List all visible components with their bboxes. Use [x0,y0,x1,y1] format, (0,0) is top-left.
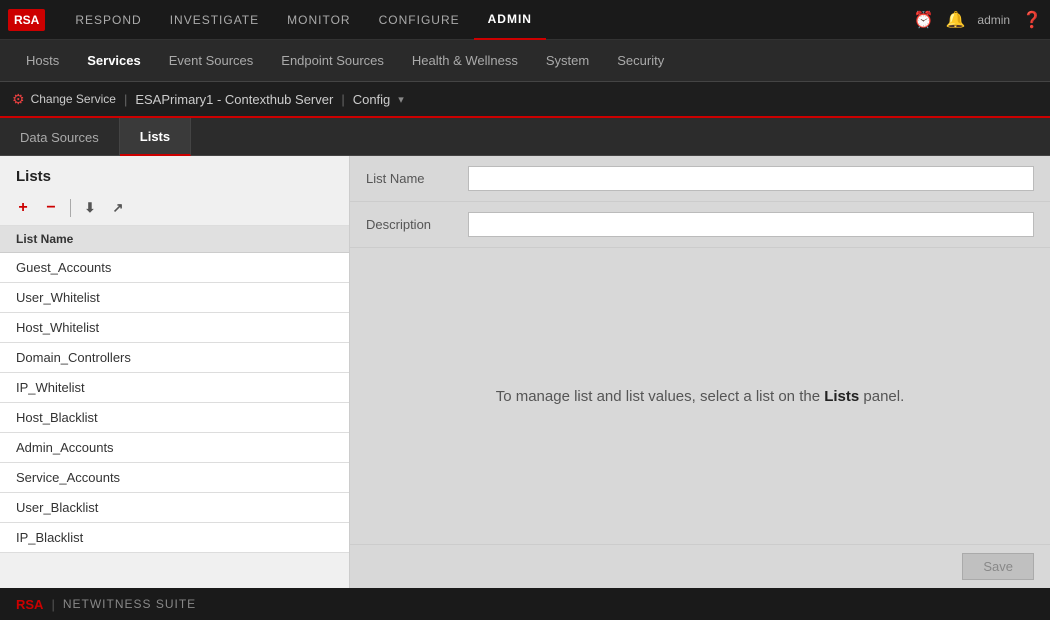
config-label[interactable]: Config [353,92,391,107]
nav-respond[interactable]: RESPOND [61,0,155,40]
list-item[interactable]: Host_Whitelist [0,313,349,343]
list-item[interactable]: IP_Whitelist [0,373,349,403]
tab-lists[interactable]: Lists [120,118,191,156]
right-footer: Save [350,544,1050,588]
bottom-product-name: NETWITNESS SUITE [63,597,196,611]
list-item[interactable]: User_Whitelist [0,283,349,313]
user-menu[interactable]: admin [977,13,1010,27]
rsa-logo: RSA [8,9,45,31]
list-item[interactable]: Service_Accounts [0,463,349,493]
sub-tabs: Data Sources Lists [0,118,1050,156]
tab-data-sources[interactable]: Data Sources [0,118,120,156]
nav-configure[interactable]: CONFIGURE [365,0,474,40]
list-name-input[interactable] [468,166,1034,191]
nav-monitor[interactable]: MONITOR [273,0,364,40]
list-name-row: List Name [350,156,1050,202]
list-name-label: List Name [366,171,456,186]
main-content: Lists + − ⬇ ↗ List Name Guest_Accounts U… [0,156,1050,588]
nav-health-wellness[interactable]: Health & Wellness [398,40,532,82]
help-icon[interactable]: ❓ [1022,10,1042,30]
nav-admin[interactable]: ADMIN [474,0,546,40]
list-item[interactable]: User_Blacklist [0,493,349,523]
nav-endpoint-sources[interactable]: Endpoint Sources [267,40,398,82]
bottom-bar: RSA | NETWITNESS SUITE [0,588,1050,620]
panel-title: Lists [0,156,349,191]
config-dropdown-icon[interactable]: ▾ [398,93,404,106]
save-button[interactable]: Save [962,553,1034,580]
description-row: Description [350,202,1050,248]
detail-panel: List Name Description To manage list and… [350,156,1050,588]
bell-icon[interactable]: 🔔 [945,10,965,30]
toolbar-separator [70,199,71,217]
breadcrumb: ⚙ Change Service | ESAPrimary1 - Context… [0,82,1050,118]
list-items-container: Guest_Accounts User_Whitelist Host_White… [0,253,349,588]
description-input[interactable] [468,212,1034,237]
nav-items: RESPOND INVESTIGATE MONITOR CONFIGURE AD… [61,0,913,40]
list-item[interactable]: Guest_Accounts [0,253,349,283]
nav-event-sources[interactable]: Event Sources [155,40,268,82]
clock-icon[interactable]: ⏰ [914,10,934,30]
nav-security[interactable]: Security [603,40,678,82]
list-item[interactable]: Domain_Controllers [0,343,349,373]
bottom-logo: RSA [16,597,43,612]
select-list-message: To manage list and list values, select a… [350,248,1050,544]
lists-toolbar: + − ⬇ ↗ [0,191,349,226]
list-item[interactable]: IP_Blacklist [0,523,349,553]
breadcrumb-change-service[interactable]: ⚙ Change Service [12,91,116,108]
breadcrumb-sep-1: | [124,92,127,107]
export-button[interactable]: ↗ [107,197,129,219]
list-item[interactable]: Host_Blacklist [0,403,349,433]
lists-panel: Lists + − ⬇ ↗ List Name Guest_Accounts U… [0,156,350,588]
import-button[interactable]: ⬇ [79,197,101,219]
add-button[interactable]: + [12,197,34,219]
service-icon: ⚙ [12,91,25,108]
nav-investigate[interactable]: INVESTIGATE [156,0,273,40]
nav-right: ⏰ 🔔 admin ❓ [914,10,1042,30]
remove-button[interactable]: − [40,197,62,219]
nav-system[interactable]: System [532,40,603,82]
nav-services[interactable]: Services [73,40,155,82]
list-item[interactable]: Admin_Accounts [0,433,349,463]
description-label: Description [366,217,456,232]
server-name: ESAPrimary1 - Contexthub Server [135,92,333,107]
breadcrumb-sep-2: | [341,92,344,107]
bottom-separator: | [51,597,54,612]
message-text: To manage list and list values, select a… [496,388,905,405]
top-navigation: RSA RESPOND INVESTIGATE MONITOR CONFIGUR… [0,0,1050,40]
change-service-label[interactable]: Change Service [31,92,116,106]
list-column-header: List Name [0,226,349,253]
nav-hosts[interactable]: Hosts [12,40,73,82]
second-navigation: Hosts Services Event Sources Endpoint So… [0,40,1050,82]
